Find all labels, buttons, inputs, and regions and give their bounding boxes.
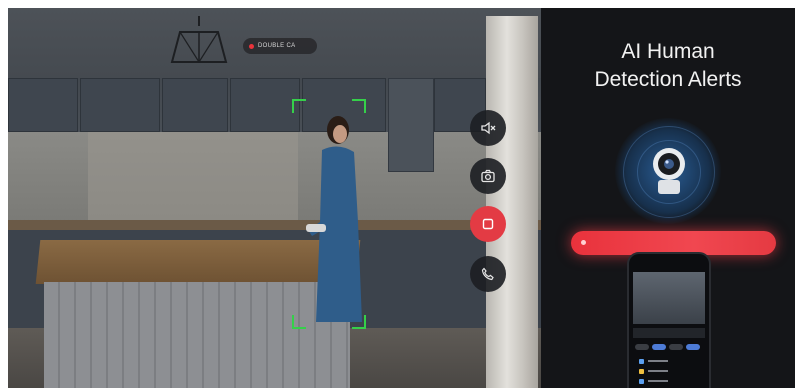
pendant-lamp [170,16,228,63]
recording-label: DOUBLE CA [258,43,296,49]
phone-timeline [633,328,705,338]
camera-icon [481,169,495,183]
curtain [486,16,538,388]
range-hood [388,78,434,172]
feature-title-line2: Detection Alerts [594,68,742,91]
detection-corner-bottom-left [292,315,306,329]
upper-cabinet [230,78,300,132]
security-camera-icon [653,148,685,194]
phone-tab-active [652,344,666,350]
tile-wall [88,132,298,222]
detection-corner-bottom-right [352,315,366,329]
record-icon [482,218,494,230]
detected-person [306,116,362,322]
detection-corner-top-left [292,99,306,113]
feature-title-line1: AI Human [621,40,715,63]
phone-list-item [639,358,689,364]
screenshot-frame: DOUBLE CA AI Human Detection Alerts [0,0,795,388]
phone-icon [481,267,494,281]
upper-cabinet [8,78,78,132]
upper-cabinet [80,78,160,132]
phone-tabs [635,344,700,350]
phone-list-item [639,378,689,384]
record-indicator-dot [249,43,254,49]
phone-mockup [627,252,711,388]
feature-panel: AI Human Detection Alerts [541,8,795,388]
recording-badge: DOUBLE CA [243,38,317,54]
snapshot-button[interactable] [470,158,506,194]
call-button[interactable] [470,256,506,292]
detection-corner-top-right [352,99,366,113]
speaker-mute-icon [481,121,496,135]
phone-list-item [639,368,689,374]
record-button[interactable] [470,206,506,242]
mute-button[interactable] [470,110,506,146]
camera-feed: DOUBLE CA [8,8,541,388]
phone-live-view [633,272,705,324]
phone-tab [669,344,683,350]
phone-tab [635,344,649,350]
back-counter [8,220,541,230]
alert-indicator-dot [581,240,586,245]
phone-tab-active [686,344,700,350]
upper-cabinet [162,78,228,132]
feature-title: AI Human Detection Alerts [541,38,795,94]
